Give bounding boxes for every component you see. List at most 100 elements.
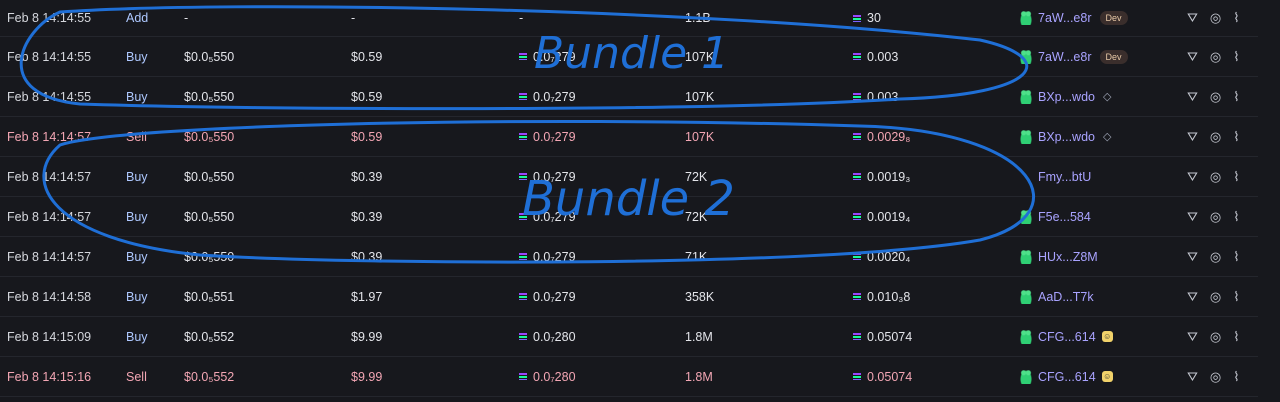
sol-icon <box>519 253 527 260</box>
search-icon[interactable]: ◎ <box>1210 89 1221 105</box>
row-actions: ⛛ ◎ ⌇ <box>1187 237 1240 276</box>
trade-maker[interactable]: HUx...Z8M <box>1020 237 1098 276</box>
link-icon[interactable]: ⌇ <box>1233 169 1239 185</box>
trade-amount: 358K <box>685 289 715 304</box>
link-icon[interactable]: ⌇ <box>1233 129 1239 145</box>
trade-type: Buy <box>126 289 148 304</box>
filter-icon[interactable]: ⛛ <box>1187 329 1198 345</box>
sol-icon <box>519 53 527 60</box>
trade-total: $0.39 <box>351 249 383 264</box>
maker-address[interactable]: CFG...614 <box>1038 330 1096 344</box>
maker-address[interactable]: 7aW...e8r <box>1038 11 1092 25</box>
trade-price: $0.0₅550 <box>184 89 235 104</box>
filter-icon[interactable]: ⛛ <box>1187 10 1198 26</box>
link-icon[interactable]: ⌇ <box>1233 369 1239 385</box>
link-icon[interactable]: ⌇ <box>1233 249 1239 265</box>
table-row[interactable]: Feb 8 14:14:58 Buy $0.0₅551 $1.97 0.0₇27… <box>0 277 1258 317</box>
trade-amount: 107K <box>685 129 715 144</box>
filter-icon[interactable]: ⛛ <box>1187 209 1198 225</box>
table-row[interactable]: Feb 8 14:15:09 Buy $0.0₅552 $9.99 0.0₇28… <box>0 317 1258 357</box>
frog-icon <box>1020 209 1032 224</box>
sol-icon <box>519 333 527 340</box>
filter-icon[interactable]: ⛛ <box>1187 89 1198 105</box>
trade-maker[interactable]: BXp...wdo ◇ <box>1020 117 1111 156</box>
table-row[interactable]: Feb 8 14:14:55 Buy $0.0₅550 $0.59 0.0₇27… <box>0 77 1258 117</box>
trade-amount: 107K <box>685 89 715 104</box>
filter-icon[interactable]: ⛛ <box>1187 49 1198 65</box>
search-icon[interactable]: ◎ <box>1210 369 1221 385</box>
filter-icon[interactable]: ⛛ <box>1187 369 1198 385</box>
link-icon[interactable]: ⌇ <box>1233 329 1239 345</box>
trade-sol-amount-value: 30 <box>867 11 881 25</box>
search-icon[interactable]: ◎ <box>1210 10 1221 26</box>
trade-sol-price-value: 0.0₇279 <box>533 89 576 104</box>
trade-type: Buy <box>126 249 148 264</box>
trade-price: $0.0₅550 <box>184 169 235 184</box>
search-icon[interactable]: ◎ <box>1210 169 1221 185</box>
link-icon[interactable]: ⌇ <box>1233 89 1239 105</box>
sol-icon <box>853 333 861 340</box>
table-row[interactable]: Feb 8 14:14:57 Buy $0.0₅550 $0.39 0.0₇27… <box>0 157 1258 197</box>
sol-icon <box>853 213 861 220</box>
maker-address[interactable]: BXp...wdo <box>1038 130 1095 144</box>
diamond-icon: ◇ <box>1102 91 1112 103</box>
trade-maker[interactable]: CFG...614 ☺ <box>1020 357 1113 396</box>
search-icon[interactable]: ◎ <box>1210 329 1221 345</box>
trade-maker[interactable]: BXp...wdo ◇ <box>1020 77 1111 116</box>
trade-price: $0.0₅550 <box>184 249 235 264</box>
trade-maker[interactable]: 7aW...e8r Dev <box>1020 37 1128 76</box>
trade-maker[interactable]: AaD...T7k <box>1020 277 1094 316</box>
table-row[interactable]: Feb 8 14:14:55 Buy $0.0₅550 $0.59 0.0₇27… <box>0 37 1258 77</box>
maker-address[interactable]: CFG...614 <box>1038 370 1096 384</box>
trade-maker[interactable]: CFG...614 ☺ <box>1020 317 1113 356</box>
sol-icon <box>853 93 861 100</box>
trade-sol-amount: 0.0020₄ <box>853 237 910 276</box>
filter-icon[interactable]: ⛛ <box>1187 129 1198 145</box>
filter-icon[interactable]: ⛛ <box>1187 249 1198 265</box>
dev-badge: Dev <box>1099 11 1128 25</box>
trade-total: $9.99 <box>351 329 383 344</box>
trade-total: $0.39 <box>351 209 383 224</box>
maker-address[interactable]: BXp...wdo <box>1038 90 1095 104</box>
row-actions: ⛛ ◎ ⌇ <box>1187 117 1240 156</box>
trade-sol-price: 0.0₇279 <box>519 197 576 236</box>
trade-amount: 71K <box>685 249 708 264</box>
link-icon[interactable]: ⌇ <box>1233 289 1239 305</box>
table-row[interactable]: Feb 8 14:14:55 Add - - - 1.1B 30 7aW...e… <box>0 0 1258 37</box>
link-icon[interactable]: ⌇ <box>1233 10 1239 26</box>
trade-price: $0.0₅550 <box>184 129 235 144</box>
filter-icon[interactable]: ⛛ <box>1187 169 1198 185</box>
trade-amount: 72K <box>685 209 708 224</box>
row-actions: ⛛ ◎ ⌇ <box>1187 157 1240 196</box>
maker-address[interactable]: F5e...584 <box>1038 210 1091 224</box>
trade-type: Buy <box>126 49 148 64</box>
trade-sol-price-value: 0.0₇279 <box>533 209 576 224</box>
sol-icon <box>519 373 527 380</box>
maker-address[interactable]: HUx...Z8M <box>1038 250 1098 264</box>
filter-icon[interactable]: ⛛ <box>1187 289 1198 305</box>
trade-sol-price-value: - <box>519 11 524 25</box>
table-row[interactable]: Feb 8 14:14:57 Sell $0.0₅550 $0.59 0.0₇2… <box>0 117 1258 157</box>
maker-address[interactable]: AaD...T7k <box>1038 290 1094 304</box>
trade-maker[interactable]: 7aW...e8r Dev <box>1020 0 1128 36</box>
table-row[interactable]: Feb 8 14:15:16 Sell $0.0₅552 $9.99 0.0₇2… <box>0 357 1258 397</box>
search-icon[interactable]: ◎ <box>1210 249 1221 265</box>
trade-sol-price: 0.0₇279 <box>519 157 576 196</box>
maker-address[interactable]: Fmy...btU <box>1038 170 1091 184</box>
smile-icon: ☺ <box>1101 331 1113 342</box>
search-icon[interactable]: ◎ <box>1210 49 1221 65</box>
trade-sol-amount: 0.003 <box>853 37 898 76</box>
search-icon[interactable]: ◎ <box>1210 209 1221 225</box>
trade-maker[interactable]: Fmy...btU <box>1020 157 1091 196</box>
search-icon[interactable]: ◎ <box>1210 289 1221 305</box>
trade-maker[interactable]: F5e...584 <box>1020 197 1091 236</box>
maker-address[interactable]: 7aW...e8r <box>1038 50 1092 64</box>
search-icon[interactable]: ◎ <box>1210 129 1221 145</box>
table-row[interactable]: Feb 8 14:14:57 Buy $0.0₅550 $0.39 0.0₇27… <box>0 237 1258 277</box>
trade-total: $0.59 <box>351 49 383 64</box>
table-row[interactable]: Feb 8 14:14:57 Buy $0.0₅550 $0.39 0.0₇27… <box>0 197 1258 237</box>
trade-price: $0.0₅550 <box>184 49 235 64</box>
link-icon[interactable]: ⌇ <box>1233 209 1239 225</box>
trade-sol-amount-value: 0.003 <box>867 49 899 64</box>
link-icon[interactable]: ⌇ <box>1233 49 1239 65</box>
